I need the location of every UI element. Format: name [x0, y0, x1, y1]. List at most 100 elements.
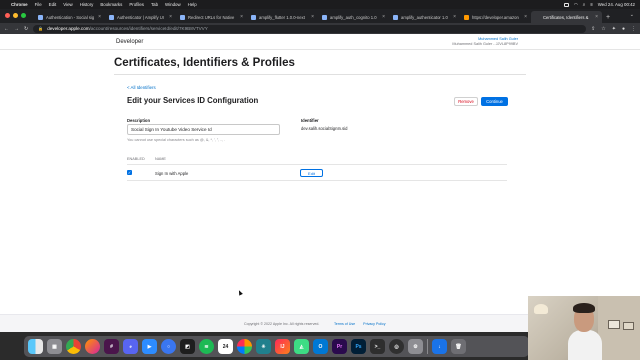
- tab-close-icon[interactable]: ×: [240, 14, 243, 20]
- browser-tab[interactable]: Authentication - Social sig ×: [34, 11, 105, 23]
- menu-view[interactable]: View: [63, 2, 72, 7]
- android-studio-icon[interactable]: ◭: [294, 339, 309, 354]
- finder-icon[interactable]: [28, 339, 43, 354]
- minimize-window-icon[interactable]: [13, 13, 18, 18]
- edit-button[interactable]: Edit: [300, 169, 323, 177]
- photos-icon[interactable]: [237, 339, 252, 354]
- tab-close-icon[interactable]: ×: [453, 14, 456, 20]
- presenter-body: [568, 330, 602, 360]
- wifi-icon[interactable]: ◠: [574, 2, 578, 8]
- window-controls: [5, 13, 26, 18]
- obs-icon[interactable]: ◎: [389, 339, 404, 354]
- browser-tab-active[interactable]: Certificates, Identifiers & ×: [531, 11, 602, 23]
- calendar-icon[interactable]: 24: [218, 339, 233, 354]
- forward-icon[interactable]: →: [14, 26, 19, 32]
- back-icon[interactable]: ←: [4, 26, 9, 32]
- share-icon[interactable]: ⇪: [591, 26, 595, 32]
- tab-favicon-icon: [251, 14, 256, 20]
- settings-icon[interactable]: ⚙: [408, 339, 423, 354]
- tab-close-icon[interactable]: ×: [595, 14, 598, 20]
- premiere-icon[interactable]: Pr: [332, 339, 347, 354]
- browser-tab[interactable]: Redirect URLs for Native ×: [176, 11, 247, 23]
- discord-icon[interactable]: ◕: [123, 339, 138, 354]
- description-label: Description: [127, 118, 151, 123]
- tab-search-icon[interactable]: ⌄: [630, 12, 634, 18]
- battery-icon[interactable]: [563, 2, 569, 7]
- sign-in-with-apple-checkbox[interactable]: ✓: [127, 170, 132, 175]
- intellij-icon[interactable]: IJ: [275, 339, 290, 354]
- signal-icon[interactable]: ○: [161, 339, 176, 354]
- description-field[interactable]: Social Sign In Youtube Video Service Id: [127, 124, 280, 135]
- close-window-icon[interactable]: [5, 13, 10, 18]
- apple-favicon-icon: [535, 15, 540, 20]
- menu-edit[interactable]: Edit: [49, 2, 57, 7]
- table-divider: [127, 180, 507, 181]
- perplexity-icon[interactable]: ✳: [256, 339, 271, 354]
- continue-button[interactable]: Continue: [481, 97, 508, 106]
- trash-icon[interactable]: 🗑: [451, 339, 466, 354]
- launchpad-icon[interactable]: ▦: [47, 339, 62, 354]
- extensions-icon[interactable]: ✦: [612, 26, 616, 32]
- tab-close-icon[interactable]: ×: [524, 14, 527, 20]
- menu-app-name[interactable]: Chrome: [11, 2, 28, 7]
- profile-icon[interactable]: ●: [622, 26, 625, 32]
- terminal-icon[interactable]: >_: [370, 339, 385, 354]
- menu-tab[interactable]: Tab: [151, 2, 158, 7]
- tab-favicon-icon: [322, 14, 327, 20]
- capability-name: Sign In with Apple: [155, 171, 189, 176]
- browser-tab[interactable]: Authenticator | Amplify UI ×: [105, 11, 176, 23]
- macos-menu-bar: Chrome File Edit View History Bookmarks …: [0, 0, 640, 9]
- spotlight-icon[interactable]: ⌕: [583, 2, 585, 7]
- new-tab-icon[interactable]: +: [606, 14, 610, 21]
- privacy-policy-link[interactable]: Privacy Policy: [363, 322, 385, 326]
- tab-favicon-icon: [180, 14, 185, 20]
- bookmark-star-icon[interactable]: ☆: [601, 26, 605, 32]
- menu-history[interactable]: History: [80, 2, 94, 7]
- menu-clock[interactable]: Wed 24. Aug 00:42: [598, 2, 635, 7]
- terms-of-use-link[interactable]: Terms of Use: [334, 322, 355, 326]
- lock-icon[interactable]: 🔒: [38, 26, 43, 31]
- remove-button[interactable]: Remove: [454, 97, 478, 106]
- menu-file[interactable]: File: [35, 2, 42, 7]
- all-identifiers-link[interactable]: < All Identifiers: [127, 85, 156, 90]
- tab-favicon-icon: [393, 14, 398, 20]
- menu-bookmarks[interactable]: Bookmarks: [100, 2, 122, 7]
- more-menu-icon[interactable]: ⋮: [631, 26, 636, 32]
- control-center-icon[interactable]: ≡: [590, 2, 593, 7]
- tab-close-icon[interactable]: ×: [382, 14, 385, 20]
- tab-close-icon[interactable]: ×: [98, 14, 101, 20]
- browser-tab[interactable]: amplify_authenticator 1.0 ×: [389, 11, 460, 23]
- tab-close-icon[interactable]: ×: [169, 14, 172, 20]
- dock-separator: [427, 339, 428, 354]
- browser-tab[interactable]: amplify_auth_cognito 1.0 ×: [318, 11, 389, 23]
- section-title: Edit your Services ID Configuration: [127, 96, 259, 105]
- zoom-icon[interactable]: ▶: [142, 339, 157, 354]
- tab-close-icon[interactable]: ×: [311, 14, 314, 20]
- spotify-icon[interactable]: ≋: [199, 339, 214, 354]
- column-enabled: ENABLED: [127, 157, 145, 161]
- identifier-label: Identifier: [301, 118, 319, 123]
- menu-help[interactable]: Help: [188, 2, 197, 7]
- developer-logo[interactable]: Developer: [114, 39, 143, 45]
- column-name: NAME: [155, 157, 166, 161]
- photoshop-icon[interactable]: Ps: [351, 339, 366, 354]
- code-editor-icon[interactable]: ◩: [180, 339, 195, 354]
- menu-profiles[interactable]: Profiles: [129, 2, 144, 7]
- menu-window[interactable]: Window: [165, 2, 181, 7]
- presenter-hair: [573, 303, 595, 313]
- browser-tab[interactable]: amplify_flutter 1.0.0-next ×: [247, 11, 318, 23]
- firefox-icon[interactable]: [85, 339, 100, 354]
- address-bar[interactable]: 🔒 developer.apple.com/account/resources/…: [33, 24, 587, 33]
- copyright-text: Copyright © 2022 Apple Inc. All rights r…: [244, 322, 320, 326]
- slack-icon[interactable]: #: [104, 339, 119, 354]
- chrome-icon[interactable]: [66, 339, 81, 354]
- outlook-icon[interactable]: O: [313, 339, 328, 354]
- browser-tab[interactable]: https://developer.amazon ×: [460, 11, 531, 23]
- url-path: /account/resources/identifiers/serviceId…: [89, 26, 208, 31]
- identifier-value: dev.salih.socialSignIn.sid: [301, 126, 348, 131]
- downloads-icon[interactable]: ↓: [432, 339, 447, 354]
- account-menu[interactable]: Muhammed Salih Guler Muhammed Salih Gule…: [452, 37, 518, 47]
- picture-frame: [623, 322, 634, 330]
- maximize-window-icon[interactable]: [21, 13, 26, 18]
- reload-icon[interactable]: ↻: [24, 26, 28, 32]
